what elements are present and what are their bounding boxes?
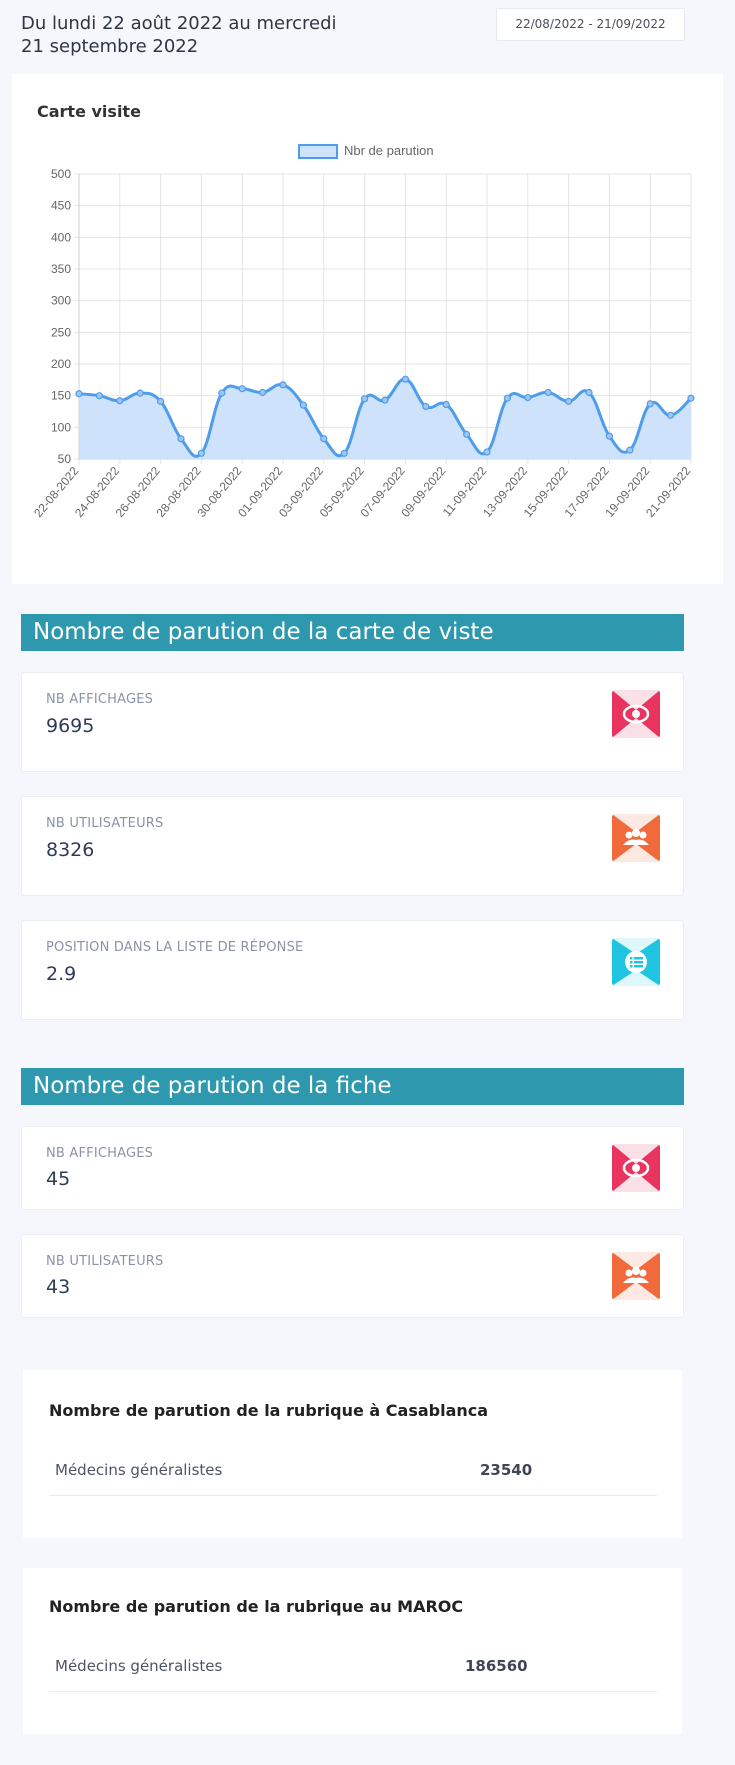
users-icon — [612, 814, 660, 862]
data-point — [626, 446, 634, 454]
data-point — [218, 389, 226, 397]
rubrique-item-label: Médecins généralistes — [55, 1461, 223, 1479]
data-point — [238, 385, 246, 393]
period-text: Du lundi 22 août 2022 au mercredi 21 sep… — [21, 13, 337, 57]
stat-value: 9695 — [46, 715, 95, 737]
y-tick-label: 350 — [51, 262, 71, 276]
data-point — [320, 435, 328, 443]
data-point — [524, 393, 532, 402]
divider — [49, 1691, 657, 1692]
stat-value: 45 — [46, 1168, 71, 1190]
y-tick-label: 200 — [51, 357, 71, 371]
data-point — [564, 397, 573, 405]
data-point — [157, 397, 165, 405]
data-point — [299, 401, 307, 409]
section-header-carte: Nombre de parution de la carte de viste — [21, 614, 684, 651]
y-tick-label: 100 — [51, 420, 71, 434]
data-point — [381, 396, 389, 404]
rubrique-casablanca-card: Nombre de parution de la rubrique à Casa… — [23, 1370, 682, 1538]
eye-icon — [612, 690, 660, 738]
y-tick-label: 400 — [51, 230, 71, 244]
rubrique-title: Nombre de parution de la rubrique à Casa… — [49, 1401, 489, 1420]
data-point — [503, 394, 511, 402]
line-chart: 5010015020025030035040045050022-08-20222… — [31, 167, 695, 520]
data-point — [463, 430, 471, 438]
rubrique-item-label: Médecins généralistes — [55, 1657, 223, 1675]
stat-label: NB AFFICHAGES — [46, 1146, 154, 1161]
data-point — [646, 400, 654, 408]
y-tick-label: 250 — [51, 325, 71, 339]
stat-value: 8326 — [46, 839, 95, 861]
data-point — [197, 449, 205, 457]
data-point — [422, 402, 430, 411]
data-point — [95, 392, 104, 400]
y-tick-label: 300 — [51, 294, 71, 308]
data-point — [666, 411, 675, 419]
data-point — [605, 432, 614, 440]
data-point — [75, 390, 83, 398]
data-point — [177, 435, 185, 443]
data-point — [279, 381, 287, 389]
stat-label: NB UTILISATEURS — [46, 816, 164, 831]
date-range-picker[interactable]: 22/08/2022 - 21/09/2022 — [496, 8, 685, 41]
rubrique-maroc-card: Nombre de parution de la rubrique au MAR… — [23, 1568, 682, 1734]
rubrique-title: Nombre de parution de la rubrique au MAR… — [49, 1597, 464, 1616]
data-point — [687, 394, 695, 402]
stat-label: POSITION DANS LA LISTE DE RÉPONSE — [46, 940, 304, 955]
data-point — [401, 375, 409, 383]
chart-card: Carte visite Nbr de parution 50 100 150 200… — [12, 74, 723, 584]
data-point — [116, 397, 124, 405]
stat-card-position: POSITION DANS LA LISTE DE RÉPONSE 2.9 — [21, 920, 684, 1020]
data-point — [442, 400, 450, 409]
y-tick-label: 500 — [51, 167, 71, 181]
y-tick-label: 50 — [58, 452, 72, 466]
data-point — [585, 388, 593, 397]
data-point — [136, 389, 144, 397]
stat-card-fiche-utilisateurs: NB UTILISATEURS 43 — [21, 1234, 684, 1318]
rubrique-item-value: 23540 — [480, 1461, 533, 1479]
rubrique-item-value: 186560 — [465, 1657, 528, 1675]
data-point — [361, 395, 369, 403]
data-point — [259, 388, 267, 397]
data-point — [483, 448, 491, 456]
data-point — [340, 449, 348, 457]
list-icon — [612, 938, 660, 986]
eye-icon — [612, 1144, 660, 1192]
stat-value: 43 — [46, 1276, 71, 1298]
stat-label: NB UTILISATEURS — [46, 1254, 164, 1269]
stat-card-affichages: NB AFFICHAGES 9695 — [21, 672, 684, 772]
stat-card-utilisateurs: NB UTILISATEURS 8326 — [21, 796, 684, 896]
y-tick-label: 150 — [51, 389, 71, 403]
stat-card-fiche-affichages: NB AFFICHAGES 45 — [21, 1126, 684, 1210]
divider — [49, 1495, 657, 1496]
y-tick-label: 450 — [51, 199, 71, 213]
users-icon — [612, 1252, 660, 1300]
stat-value: 2.9 — [46, 963, 77, 985]
data-point — [544, 388, 552, 397]
stat-label: NB AFFICHAGES — [46, 692, 154, 707]
section-header-fiche: Nombre de parution de la fiche — [21, 1068, 684, 1105]
